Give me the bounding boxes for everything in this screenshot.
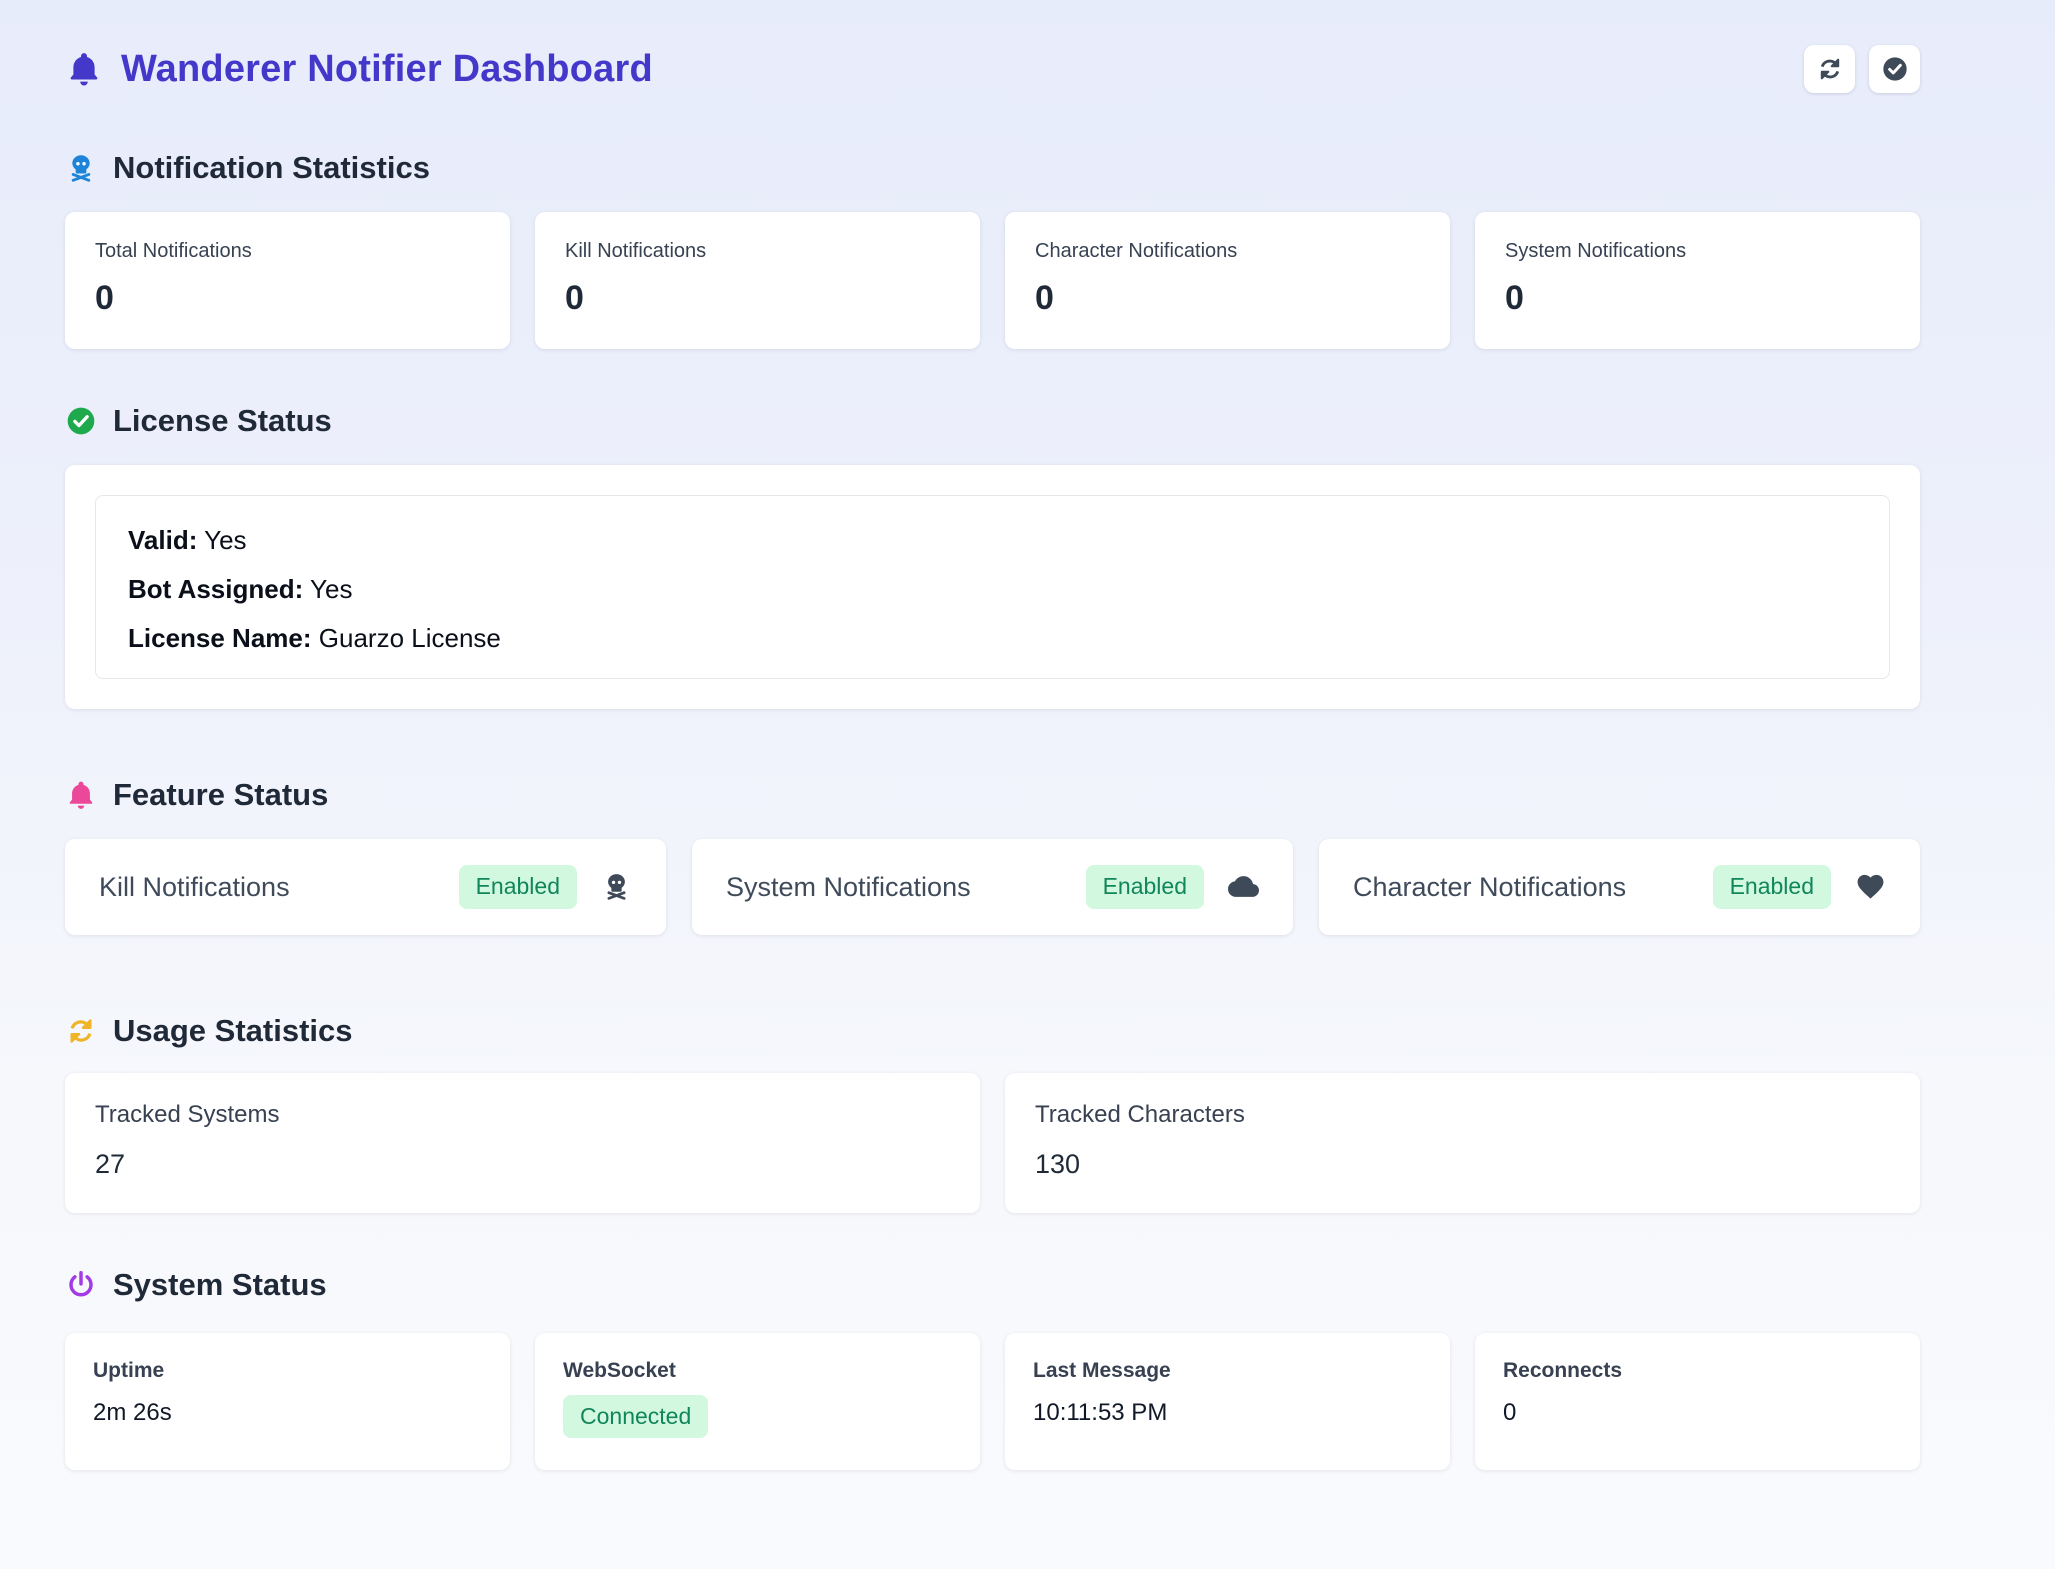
usage-value: 27 — [95, 1149, 950, 1180]
section-notification-statistics: Notification Statistics — [65, 150, 1920, 186]
stat-card-total-notifications: Total Notifications 0 — [65, 212, 510, 349]
section-system-status: System Status — [65, 1267, 1920, 1303]
feature-card-character-notifications: Character Notifications Enabled — [1319, 839, 1920, 935]
stat-label: Kill Notifications — [565, 240, 950, 263]
notification-stats-grid: Total Notifications 0 Kill Notifications… — [65, 212, 1920, 349]
stat-label: System Notifications — [1505, 240, 1890, 263]
refresh-button[interactable] — [1804, 45, 1855, 93]
feature-card-kill-notifications: Kill Notifications Enabled — [65, 839, 666, 935]
feature-right: Enabled — [1086, 865, 1259, 908]
section-feature-status: Feature Status — [65, 777, 1920, 813]
check-circle-icon — [65, 405, 97, 437]
system-card-last-message: Last Message 10:11:53 PM — [1005, 1333, 1450, 1470]
check-circle-icon — [1881, 55, 1909, 83]
usage-label: Tracked Systems — [95, 1101, 950, 1129]
system-label: Reconnects — [1503, 1359, 1892, 1383]
section-title: Usage Statistics — [113, 1013, 353, 1049]
feature-label: Character Notifications — [1353, 872, 1626, 903]
license-field-value: Yes — [310, 574, 352, 604]
stat-value: 0 — [565, 279, 950, 318]
feature-card-system-notifications: System Notifications Enabled — [692, 839, 1293, 935]
license-bot-assigned-line: Bot Assigned: Yes — [128, 571, 1857, 607]
section-title: Feature Status — [113, 777, 328, 813]
cloud-icon — [1228, 871, 1259, 902]
header-actions — [1804, 45, 1920, 93]
app-header: Wanderer Notifier Dashboard — [65, 40, 1920, 98]
section-title: License Status — [113, 403, 332, 439]
system-value: 10:11:53 PM — [1033, 1399, 1422, 1427]
feature-right: Enabled — [1713, 865, 1886, 908]
section-title: System Status — [113, 1267, 327, 1303]
system-label: WebSocket — [563, 1359, 952, 1383]
status-check-button[interactable] — [1869, 45, 1920, 93]
system-badge-wrap: Connected — [563, 1395, 952, 1438]
usage-statistics-grid: Tracked Systems 27 Tracked Characters 13… — [65, 1073, 1920, 1213]
bell-icon — [65, 779, 97, 811]
status-badge: Enabled — [459, 865, 577, 908]
system-value: 0 — [1503, 1399, 1892, 1427]
bell-icon — [65, 50, 103, 88]
license-field-value: Yes — [204, 525, 246, 555]
stat-value: 0 — [1505, 279, 1890, 318]
license-field-label: Bot Assigned: — [128, 574, 303, 604]
status-badge: Enabled — [1713, 865, 1831, 908]
system-card-websocket: WebSocket Connected — [535, 1333, 980, 1470]
stat-card-kill-notifications: Kill Notifications 0 — [535, 212, 980, 349]
system-label: Uptime — [93, 1359, 482, 1383]
skull-crossbones-icon — [601, 871, 632, 902]
stat-label: Character Notifications — [1035, 240, 1420, 263]
section-usage-statistics: Usage Statistics — [65, 1013, 1920, 1049]
stat-value: 0 — [95, 279, 480, 318]
license-details-box: Valid: Yes Bot Assigned: Yes License Nam… — [95, 495, 1890, 679]
system-status-grid: Uptime 2m 26s WebSocket Connected Last M… — [65, 1333, 1920, 1470]
system-label: Last Message — [1033, 1359, 1422, 1383]
skull-crossbones-icon — [65, 152, 97, 184]
refresh-icon — [65, 1015, 97, 1047]
system-card-reconnects: Reconnects 0 — [1475, 1333, 1920, 1470]
feature-right: Enabled — [459, 865, 632, 908]
power-icon — [65, 1269, 97, 1301]
usage-card-tracked-systems: Tracked Systems 27 — [65, 1073, 980, 1213]
license-valid-line: Valid: Yes — [128, 522, 1857, 558]
system-value: 2m 26s — [93, 1399, 482, 1427]
license-field-label: License Name: — [128, 623, 312, 653]
usage-value: 130 — [1035, 1149, 1890, 1180]
license-field-label: Valid: — [128, 525, 197, 555]
refresh-icon — [1816, 55, 1844, 83]
section-license-status: License Status — [65, 403, 1920, 439]
usage-label: Tracked Characters — [1035, 1101, 1890, 1129]
usage-card-tracked-characters: Tracked Characters 130 — [1005, 1073, 1920, 1213]
page-title: Wanderer Notifier Dashboard — [121, 48, 653, 91]
dashboard-page: Wanderer Notifier Dashboard Notification… — [0, 0, 2055, 1470]
feature-label: Kill Notifications — [99, 872, 290, 903]
system-card-uptime: Uptime 2m 26s — [65, 1333, 510, 1470]
status-badge: Enabled — [1086, 865, 1204, 908]
feature-label: System Notifications — [726, 872, 971, 903]
section-title: Notification Statistics — [113, 150, 430, 186]
license-field-value: Guarzo License — [319, 623, 501, 653]
stat-label: Total Notifications — [95, 240, 480, 263]
heart-icon — [1855, 871, 1886, 902]
stat-card-character-notifications: Character Notifications 0 — [1005, 212, 1450, 349]
license-name-line: License Name: Guarzo License — [128, 620, 1857, 656]
stat-value: 0 — [1035, 279, 1420, 318]
license-card: Valid: Yes Bot Assigned: Yes License Nam… — [65, 465, 1920, 709]
stat-card-system-notifications: System Notifications 0 — [1475, 212, 1920, 349]
websocket-status-badge: Connected — [563, 1395, 708, 1438]
feature-status-grid: Kill Notifications Enabled System Notifi… — [65, 839, 1920, 935]
